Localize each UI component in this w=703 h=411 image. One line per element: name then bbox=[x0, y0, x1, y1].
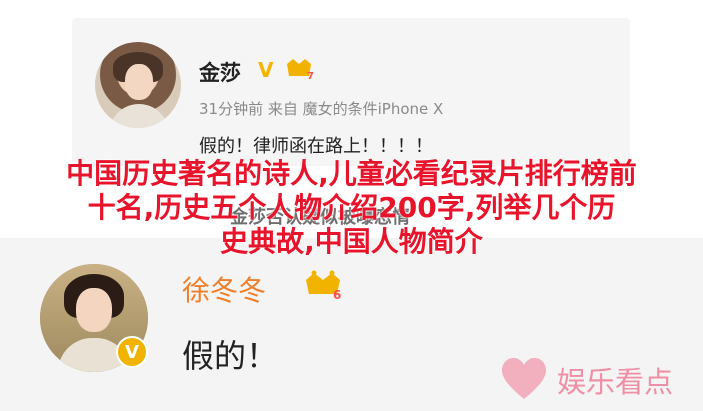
avatar-top[interactable] bbox=[95, 42, 181, 128]
top-post-meta: 31分钟前 来自 魔女的条件iPhone X bbox=[199, 100, 444, 118]
avatar-face-shape bbox=[125, 64, 153, 100]
headline-line-3: 史典故,中国人物简介 bbox=[220, 225, 483, 258]
bottom-post-author[interactable]: 徐冬冬 bbox=[182, 269, 266, 309]
top-post-text: 假的！律师函在路上！！！！ bbox=[199, 136, 433, 157]
vip-crown-icon: 7 bbox=[287, 59, 314, 82]
headline-line-1: 中国历史著名的诗人,儿童必看纪录片排行榜前 bbox=[66, 157, 637, 190]
bottom-post-text: 假的！ bbox=[182, 337, 279, 375]
headline-line-2: 十名,历史五个人物介绍200字,列举几个历 bbox=[87, 191, 616, 224]
headline-overlay: 中国历史著名的诗人,儿童必看纪录片排行榜前 十名,历史五个人物介绍200字,列举… bbox=[0, 157, 703, 259]
verified-v-icon: V bbox=[258, 58, 274, 82]
avatar-face-shape bbox=[76, 288, 112, 332]
brand-logo: 娱乐看点 bbox=[497, 351, 697, 407]
verified-badge-icon: V bbox=[116, 336, 148, 368]
vip-level-label: 6 bbox=[333, 288, 341, 302]
vip-crown-icon: 6 bbox=[306, 270, 341, 302]
avatar-shirt-shape bbox=[109, 104, 169, 128]
heart-icon bbox=[501, 357, 547, 399]
top-post-author[interactable]: 金莎 bbox=[199, 57, 241, 87]
brand-logo-text: 娱乐看点 bbox=[557, 365, 674, 399]
vip-level-label: 7 bbox=[307, 71, 314, 82]
